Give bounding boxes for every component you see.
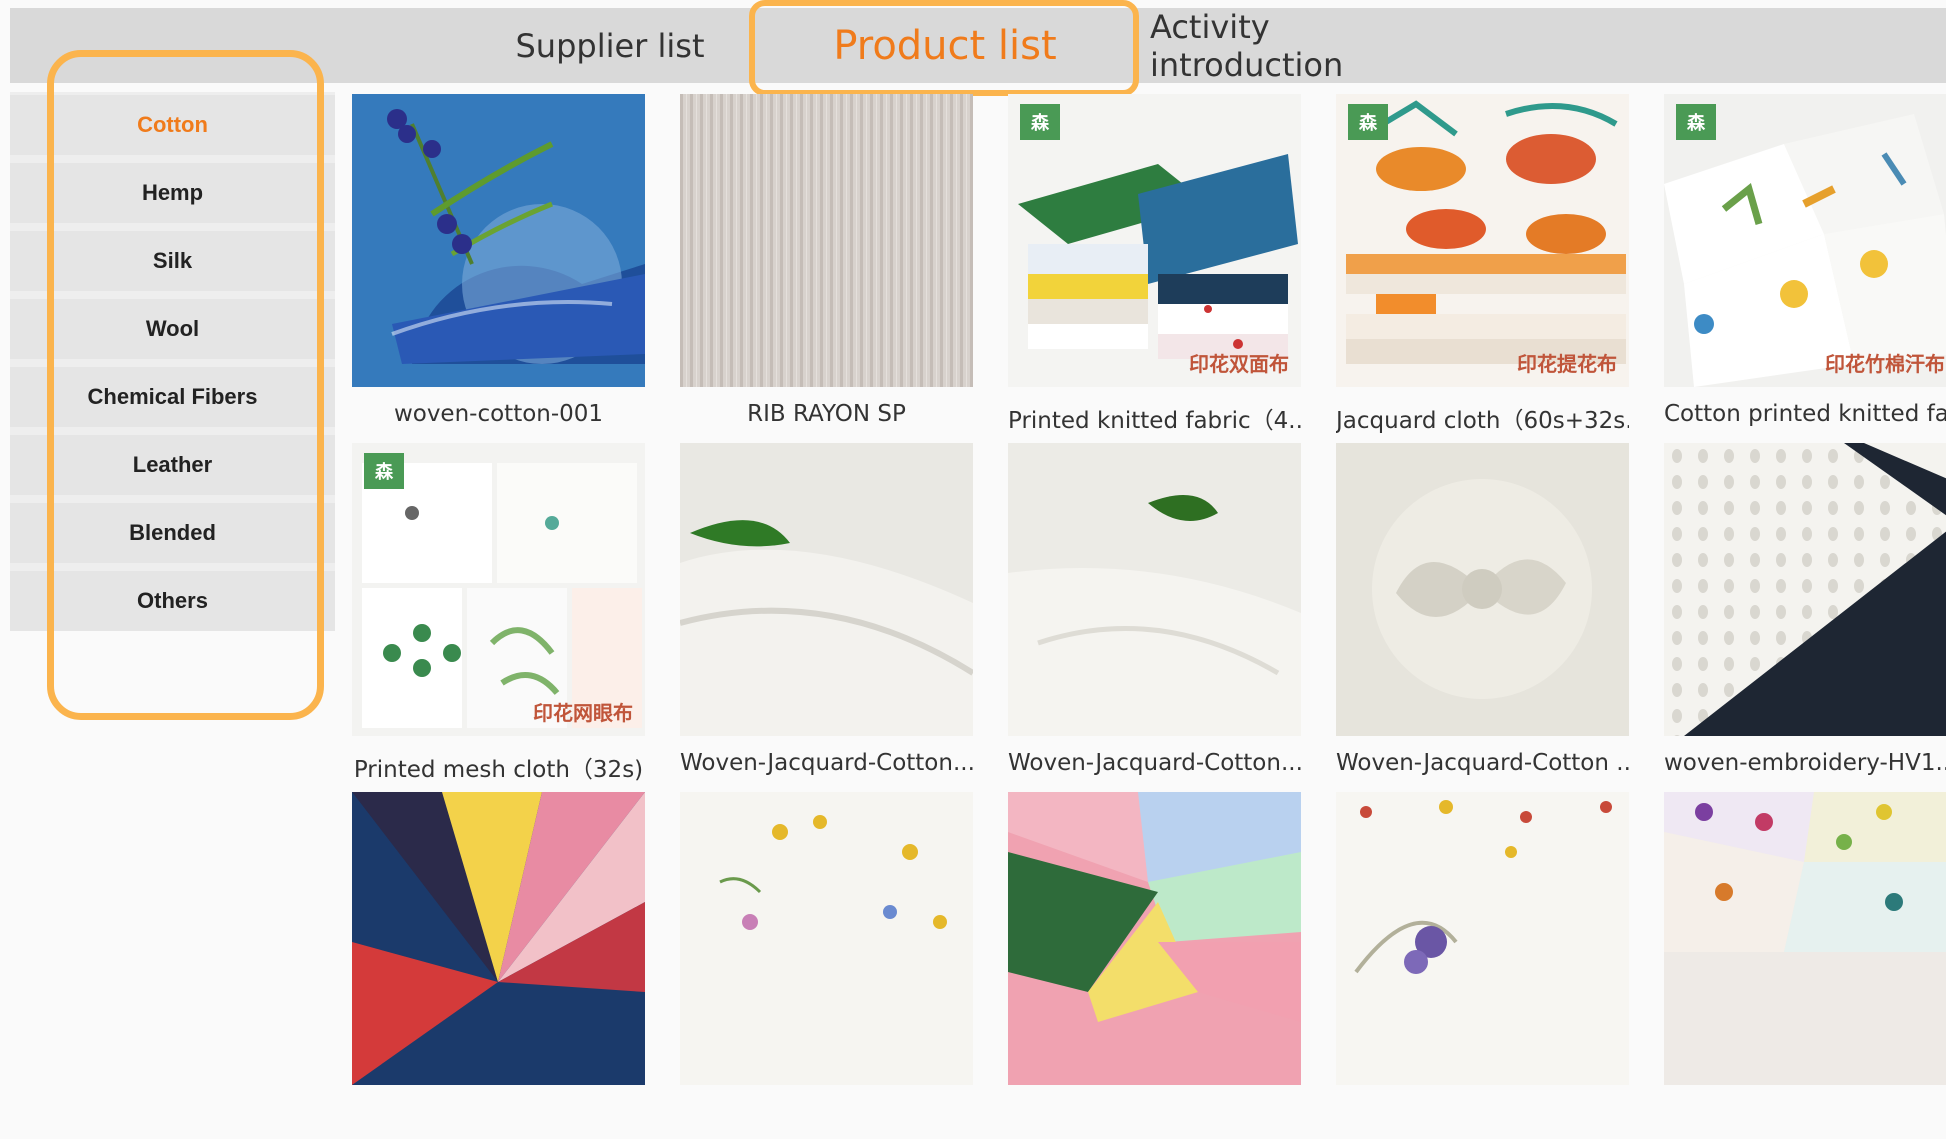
product-card[interactable]: 森 印花提花布 Jacquard cloth（60s+32s... (1336, 94, 1629, 441)
product-name[interactable] (1664, 1099, 1946, 1139)
product-name[interactable]: Printed mesh cloth（32s) (352, 750, 645, 790)
product-image-cotton-printed-knitted[interactable]: 森 印花竹棉汗布 (1664, 94, 1946, 387)
product-name[interactable]: woven-cotton-001 (352, 401, 645, 441)
product-card[interactable]: 森 印花网眼布 Printed mesh cloth（32s) (352, 443, 645, 790)
brand-badge: 森 (1020, 104, 1060, 140)
product-image-jacquard-cloth[interactable]: 森 印花提花布 (1336, 94, 1629, 387)
product-card[interactable] (1008, 792, 1301, 1139)
product-image-eyelet-colors[interactable] (1008, 792, 1301, 1085)
sidebar-item-wool[interactable]: Wool (10, 299, 335, 359)
product-image-woven-jacquard-3[interactable] (1336, 443, 1629, 736)
product-name[interactable]: Woven-Jacquard-Cotton ... (1336, 750, 1629, 790)
tab-product-list[interactable]: Product list (760, 8, 1130, 83)
product-image-floral-white[interactable] (680, 792, 973, 1085)
product-card[interactable]: 森 印花竹棉汗布 Cotton printed knitted fa... (1664, 94, 1946, 441)
sidebar-item-others[interactable]: Others (10, 571, 335, 631)
sidebar-item-blended[interactable]: Blended (10, 503, 335, 563)
product-name[interactable]: Woven-Jacquard-Cotton... (680, 750, 973, 790)
product-name[interactable]: Woven-Jacquard-Cotton... (1008, 750, 1301, 790)
sidebar-item-chemical-fibers[interactable]: Chemical Fibers (10, 367, 335, 427)
product-image-floral-multicolor[interactable] (1664, 792, 1946, 1085)
product-image-printed-mesh[interactable]: 森 印花网眼布 (352, 443, 645, 736)
tab-activity-introduction[interactable]: Activity introduction (1150, 8, 1470, 84)
product-image-vase-flowers[interactable] (352, 94, 645, 387)
sidebar-item-silk[interactable]: Silk (10, 231, 335, 291)
tab-supplier-list[interactable]: Supplier list (500, 8, 720, 83)
product-card[interactable]: woven-cotton-001 (352, 94, 645, 441)
product-image-floral-bouquet[interactable] (1336, 792, 1629, 1085)
product-card[interactable] (1336, 792, 1629, 1139)
product-card[interactable]: Woven-Jacquard-Cotton... (1008, 443, 1301, 790)
product-name[interactable] (1336, 1099, 1629, 1139)
product-image-woven-embroidery[interactable] (1664, 443, 1946, 736)
product-card[interactable]: Woven-Jacquard-Cotton... (680, 443, 973, 790)
sidebar-item-leather[interactable]: Leather (10, 435, 335, 495)
product-name[interactable] (680, 1099, 973, 1139)
product-image-printed-knitted[interactable]: 森 印花双面布 (1008, 94, 1301, 387)
brand-badge: 森 (1676, 104, 1716, 140)
brand-badge: 森 (364, 453, 404, 489)
product-image-woven-jacquard-1[interactable] (680, 443, 973, 736)
product-card[interactable]: 森 印花双面布 Printed knitted fabric（4... (1008, 94, 1301, 441)
product-card[interactable]: RIB RAYON SP (680, 94, 973, 441)
product-name[interactable] (352, 1099, 645, 1139)
fabric-type-stamp: 印花网眼布 (533, 701, 633, 725)
product-card[interactable]: woven-embroidery-HV1... (1664, 443, 1946, 790)
product-card[interactable] (1664, 792, 1946, 1139)
fabric-type-stamp: 印花竹棉汗布 (1825, 352, 1945, 376)
product-name[interactable]: RIB RAYON SP (680, 401, 973, 441)
product-card[interactable]: Woven-Jacquard-Cotton ... (1336, 443, 1629, 790)
product-name[interactable]: Cotton printed knitted fa... (1664, 401, 1946, 441)
fabric-type-stamp: 印花双面布 (1189, 352, 1289, 376)
product-image-rib-rayon[interactable] (680, 94, 973, 387)
product-name[interactable]: Printed knitted fabric（4... (1008, 401, 1301, 441)
product-image-colorful-prints[interactable] (352, 792, 645, 1085)
product-name[interactable]: woven-embroidery-HV1... (1664, 750, 1946, 790)
product-image-woven-jacquard-2[interactable] (1008, 443, 1301, 736)
product-name[interactable] (1008, 1099, 1301, 1139)
sidebar-item-hemp[interactable]: Hemp (10, 163, 335, 223)
brand-badge: 森 (1348, 104, 1388, 140)
product-name[interactable]: Jacquard cloth（60s+32s... (1336, 401, 1629, 441)
fabric-type-stamp: 印花提花布 (1517, 352, 1617, 376)
sidebar-item-cotton[interactable]: Cotton (10, 95, 335, 155)
product-card[interactable] (352, 792, 645, 1139)
product-card[interactable] (680, 792, 973, 1139)
